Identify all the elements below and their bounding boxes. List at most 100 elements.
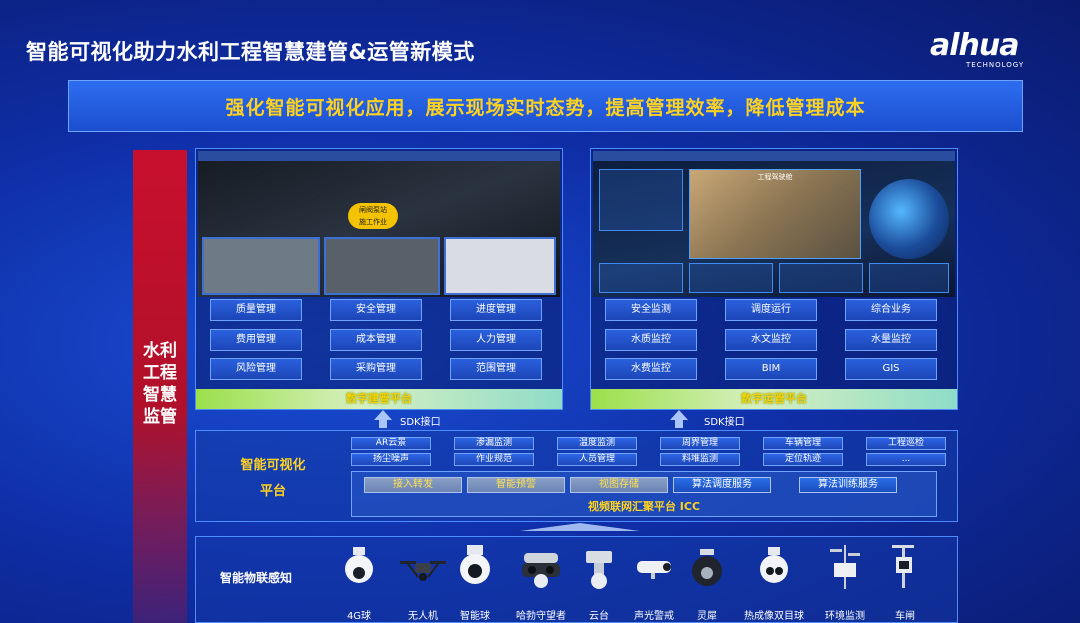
bullet-camera-icon bbox=[637, 561, 671, 579]
app-chip[interactable]: 周界管理 bbox=[660, 437, 740, 450]
screenshot-title: 工程驾驶舱 bbox=[757, 173, 793, 181]
label-line: 平台 bbox=[259, 484, 286, 499]
arrow-stem bbox=[379, 420, 387, 428]
thermal-dual-dome-icon bbox=[760, 547, 788, 583]
app-chip[interactable]: 人员管理 bbox=[557, 453, 637, 466]
device-caption: 灵犀 bbox=[697, 611, 717, 622]
slogan-banner: 强化智能可视化应用，展示现场实时态势，提高管理效率，降低管理成本 bbox=[68, 80, 1023, 132]
screenshot-subview bbox=[444, 237, 556, 295]
module-button[interactable]: 水费监控 bbox=[605, 358, 697, 380]
operation-screenshot: 工程驾驶舱 bbox=[593, 151, 955, 297]
app-chip[interactable]: 车辆管理 bbox=[763, 437, 843, 450]
module-button[interactable]: 安全管理 bbox=[330, 299, 422, 321]
module-button[interactable]: 费用管理 bbox=[210, 329, 302, 351]
app-chip[interactable]: AR云景 bbox=[351, 437, 431, 450]
app-chip[interactable]: 料堆监测 bbox=[660, 453, 740, 466]
platform-bar: 数字建管平台 bbox=[196, 389, 562, 409]
visualization-platform-label: 智能可视化 平台 bbox=[228, 453, 318, 505]
device-item[interactable]: 热成像双目球 bbox=[734, 543, 814, 623]
service-chip[interactable]: 接入转发 bbox=[364, 477, 462, 493]
device-item[interactable]: 哈勃守望者 bbox=[508, 543, 574, 623]
up-arrow-icon bbox=[374, 410, 392, 420]
device-caption: 哈勃守望者 bbox=[516, 611, 566, 622]
module-button[interactable]: 综合业务 bbox=[845, 299, 937, 321]
module-button[interactable]: 调度运行 bbox=[725, 299, 817, 321]
device-item[interactable]: 4G球 bbox=[326, 543, 392, 623]
icc-platform-box: 接入转发 智能预警 视图存储 算法调度服务 算法训练服务 视频联网汇聚平台 IC… bbox=[351, 471, 937, 517]
screenshot-widget bbox=[869, 263, 949, 293]
module-button[interactable]: 质量管理 bbox=[210, 299, 302, 321]
page-title: 智能可视化助力水利工程智慧建管&运管新模式 bbox=[26, 40, 475, 64]
module-button[interactable]: 风险管理 bbox=[210, 358, 302, 380]
device-item[interactable]: 灵犀 bbox=[674, 543, 740, 623]
side-label-line: 水利 bbox=[143, 341, 177, 361]
iot-label: 智能物联感知 bbox=[220, 571, 293, 585]
icc-label: 视频联网汇聚平台 ICC bbox=[587, 500, 701, 513]
drone-icon bbox=[400, 561, 446, 581]
screenshot-badge: 闸阀泵站 施工作业 bbox=[348, 203, 398, 229]
iot-perception-box: 智能物联感知 4G球 无人机 智能球 哈勃守望者 云台 声光警戒 灵犀 热成像双… bbox=[195, 536, 958, 623]
module-button[interactable]: 水文监控 bbox=[725, 329, 817, 351]
app-chip[interactable]: ... bbox=[866, 453, 946, 466]
sdk-label: SDK接口 bbox=[400, 417, 441, 428]
visualization-platform-box: 智能可视化 平台 AR云景 渗漏监测 温度监测 周界管理 车辆管理 工程巡检 扬… bbox=[195, 430, 958, 522]
service-chip[interactable]: 视图存储 bbox=[570, 477, 668, 493]
module-button[interactable]: 采购管理 bbox=[330, 358, 422, 380]
sdk-connector-left bbox=[374, 410, 392, 428]
app-chip[interactable]: 定位轨迹 bbox=[763, 453, 843, 466]
app-chip[interactable]: 扬尘噪声 bbox=[351, 453, 431, 466]
module-button[interactable]: BIM bbox=[725, 358, 817, 380]
dahua-logo: alhua TECHNOLOGY bbox=[930, 28, 1060, 70]
module-button[interactable]: 进度管理 bbox=[450, 299, 542, 321]
module-button[interactable]: GIS bbox=[845, 358, 937, 380]
smart-dome-icon bbox=[460, 545, 490, 584]
device-caption: 车闸 bbox=[895, 611, 915, 622]
construction-screenshot: 闸阀泵站 施工作业 bbox=[198, 151, 560, 297]
up-arrow-icon bbox=[670, 410, 688, 420]
module-button[interactable]: 安全监测 bbox=[605, 299, 697, 321]
device-item[interactable]: 环境监测 bbox=[812, 543, 878, 623]
app-chip[interactable]: 工程巡检 bbox=[866, 437, 946, 450]
app-chip[interactable]: 作业规范 bbox=[454, 453, 534, 466]
device-caption: 4G球 bbox=[346, 611, 372, 622]
barrier-gate-icon bbox=[892, 545, 914, 588]
module-button[interactable]: 成本管理 bbox=[330, 329, 422, 351]
logo-subtext: TECHNOLOGY bbox=[966, 61, 1025, 69]
multi-sensor-camera-icon bbox=[522, 553, 560, 588]
module-button[interactable]: 人力管理 bbox=[450, 329, 542, 351]
module-button[interactable]: 水质监控 bbox=[605, 329, 697, 351]
module-button[interactable]: 范围管理 bbox=[450, 358, 542, 380]
screenshot-terrain-map: 工程驾驶舱 bbox=[689, 169, 861, 259]
arrow-stem bbox=[675, 420, 683, 428]
platform-bar: 数字运管平台 bbox=[591, 389, 957, 409]
dome-camera-icon bbox=[345, 547, 373, 583]
environment-monitor-icon bbox=[830, 545, 860, 589]
service-chip[interactable]: 算法调度服务 bbox=[673, 477, 771, 493]
service-chip[interactable]: 算法训练服务 bbox=[799, 477, 897, 493]
device-caption: 热成像双目球 bbox=[744, 611, 804, 622]
service-chip[interactable]: 智能预警 bbox=[467, 477, 565, 493]
device-item[interactable]: 智能球 bbox=[442, 543, 508, 623]
side-label-line: 工程 bbox=[143, 363, 177, 383]
up-arrow-icon bbox=[520, 523, 640, 531]
module-button[interactable]: 水量监控 bbox=[845, 329, 937, 351]
sdk-connector-right bbox=[670, 410, 688, 428]
operation-management-panel: 工程驾驶舱 安全监测 调度运行 综合业务 水质监控 水文监控 水量监控 水费监控… bbox=[590, 148, 958, 410]
sdk-label: SDK接口 bbox=[704, 417, 745, 428]
screenshot-subview bbox=[324, 237, 440, 295]
screenshot-globe bbox=[869, 179, 949, 259]
device-item[interactable]: 车闸 bbox=[872, 543, 938, 623]
app-chip[interactable]: 温度监测 bbox=[557, 437, 637, 450]
screenshot-widget bbox=[599, 263, 683, 293]
side-label-line: 智慧 bbox=[143, 385, 177, 405]
lingxi-camera-icon bbox=[692, 549, 722, 586]
side-label: 水利 工程 智慧 监管 bbox=[133, 340, 187, 428]
screenshot-widget bbox=[779, 263, 863, 293]
device-caption: 智能球 bbox=[460, 611, 490, 622]
construction-management-panel: 闸阀泵站 施工作业 质量管理 安全管理 进度管理 费用管理 成本管理 人力管理 … bbox=[195, 148, 563, 410]
device-caption: 环境监测 bbox=[825, 611, 865, 622]
app-chip[interactable]: 渗漏监测 bbox=[454, 437, 534, 450]
label-line: 智能可视化 bbox=[240, 458, 306, 473]
side-label-line: 监管 bbox=[143, 407, 177, 427]
screenshot-titlebar bbox=[198, 151, 560, 161]
